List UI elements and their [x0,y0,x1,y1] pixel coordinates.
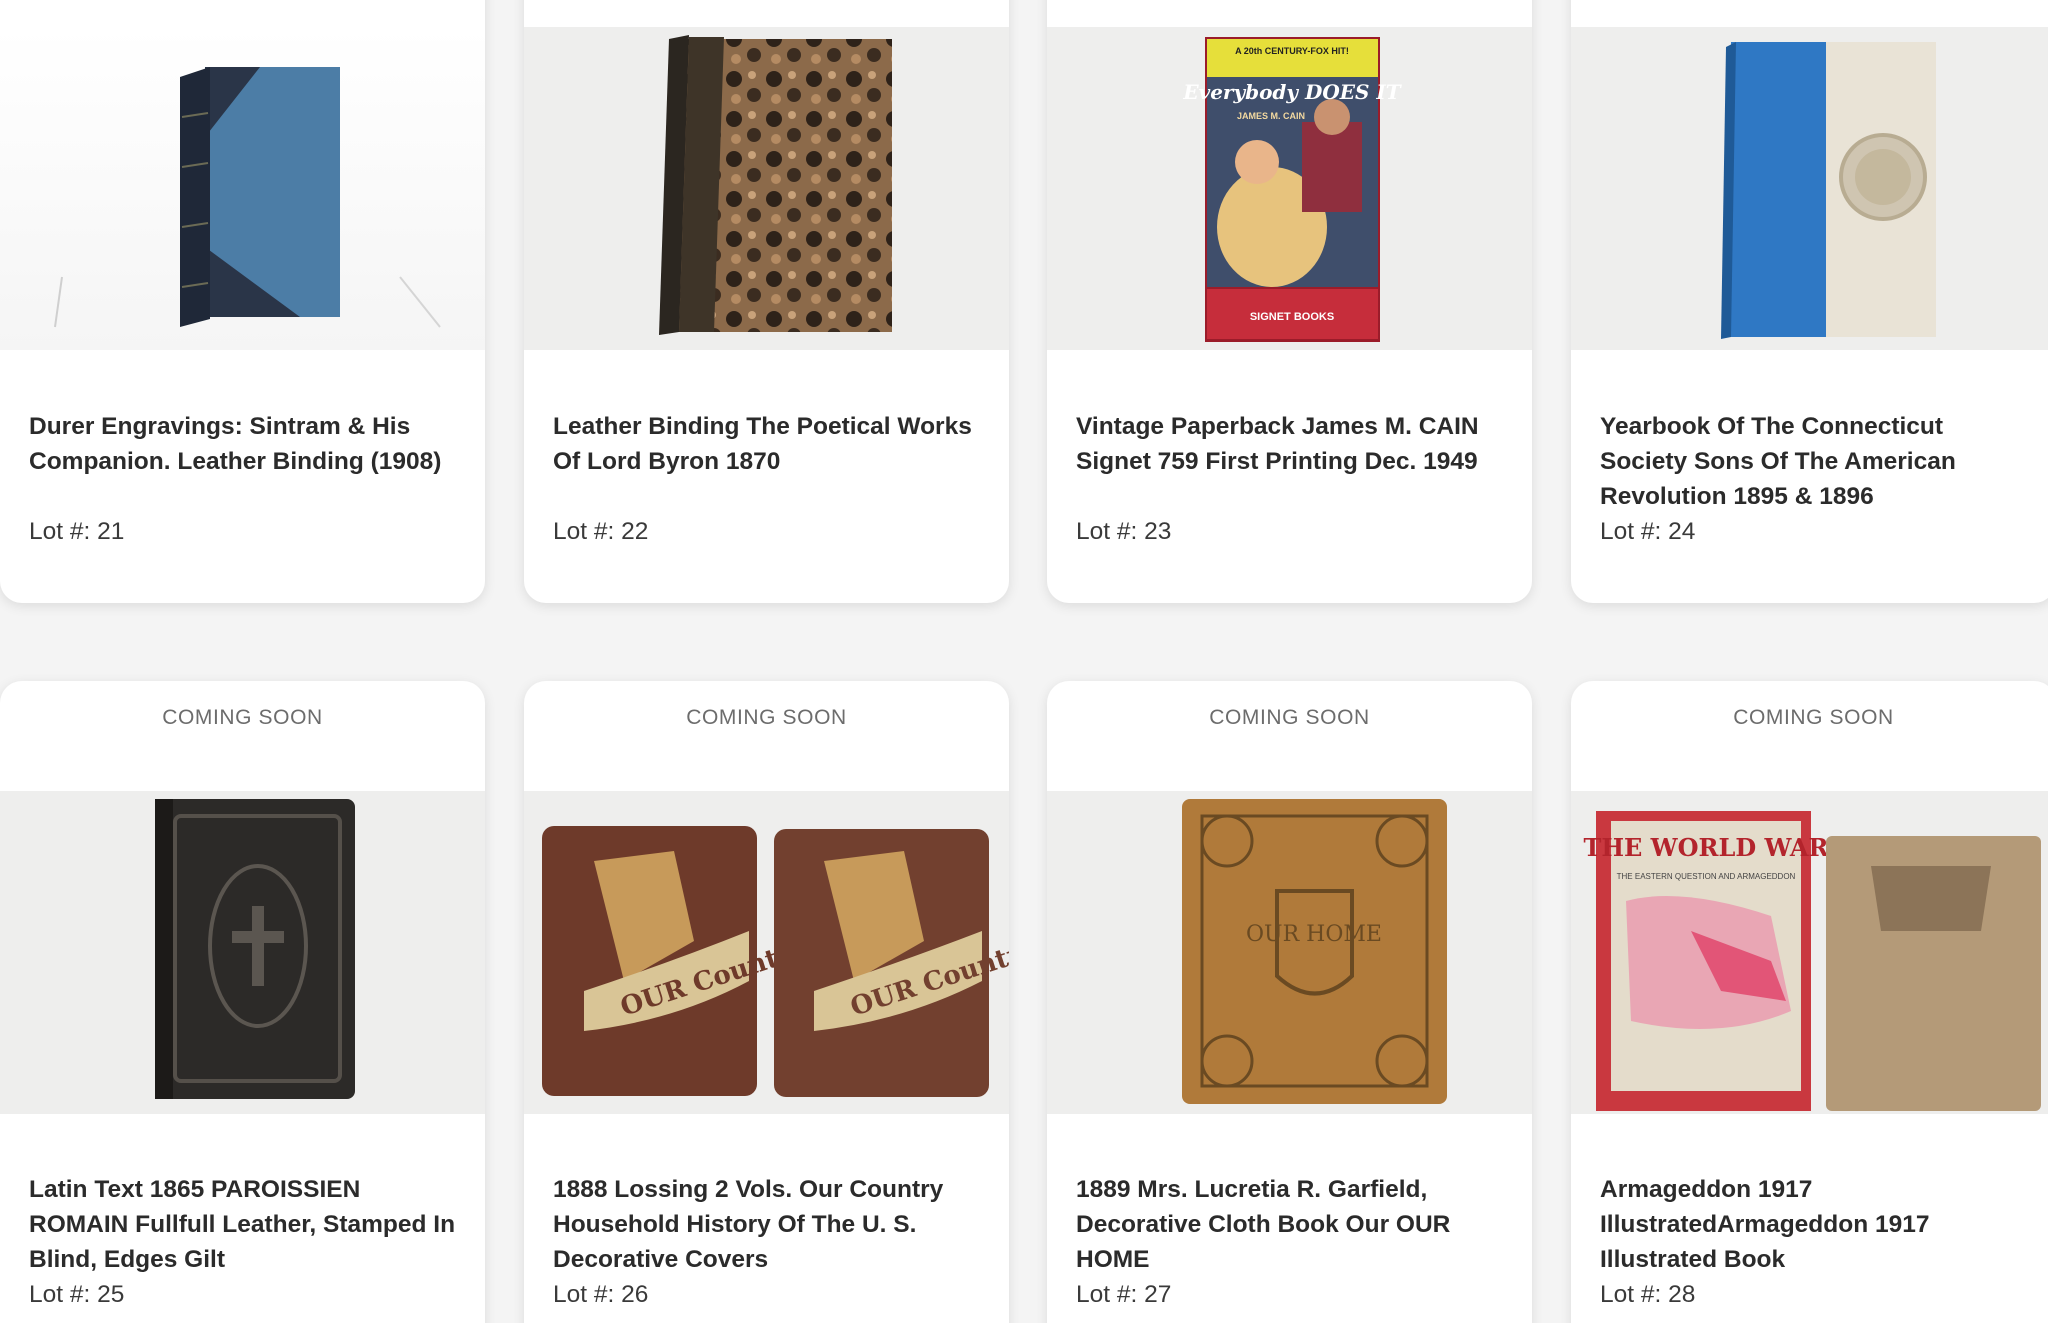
pulp-tagline: A 20th CENTURY-FOX HIT! [1235,46,1349,56]
status-badge: COMING SOON [1733,706,1894,729]
lot-title[interactable]: Armageddon 1917 IllustratedArmageddon 19… [1600,1172,2030,1277]
lot-card-22[interactable]: Leather Binding The Poetical Works Of Lo… [524,0,1009,603]
lot-title[interactable]: Durer Engravings: Sintram & His Companio… [29,409,459,514]
lot-info-21: Durer Engravings: Sintram & His Companio… [29,409,459,549]
lot-image-26[interactable]: OUR Country OUR Country [524,791,1009,1114]
lot-info-28: Armageddon 1917 IllustratedArmageddon 19… [1600,1172,2030,1312]
lot-image-25[interactable] [0,791,485,1114]
lot-image-27[interactable]: OUR HOME [1047,791,1532,1114]
pulp-title: Everybody DOES IT [1182,80,1402,104]
lot-title[interactable]: Vintage Paperback James M. CAIN Signet 7… [1076,409,1506,514]
lot-number: Lot #: 26 [553,1281,649,1308]
lot-title[interactable]: Yearbook Of The Connecticut Society Sons… [1600,409,2030,514]
lot-card-28[interactable]: COMING SOON THE WORLD WAR THE EASTERN QU… [1571,681,2048,1323]
lot-card-23[interactable]: A 20th CENTURY-FOX HIT! Everybody DOES I… [1047,0,1532,603]
world-war-title: THE WORLD WAR [1583,833,1829,862]
lot-number: Lot #: 25 [29,1281,125,1308]
lot-card-27[interactable]: OUR HOME COMING SOON 1889 Mrs. Lucretia … [1047,681,1532,1323]
lot-grid: Durer Engravings: Sintram & His Companio… [0,0,2048,1323]
lot-number: Lot #: 22 [553,518,649,545]
world-war-subtitle: THE EASTERN QUESTION AND ARMAGEDDON [1617,872,1796,881]
pulp-publisher: SIGNET BOOKS [1250,311,1334,323]
lot-number: Lot #: 28 [1600,1281,1696,1308]
lot-number: Lot #: 27 [1076,1281,1172,1308]
pulp-author: JAMES M. CAIN [1237,111,1305,121]
status-badge: COMING SOON [686,706,847,729]
lot-title[interactable]: 1889 Mrs. Lucretia R. Garfield, Decorati… [1076,1172,1506,1277]
lot-image-23[interactable]: A 20th CENTURY-FOX HIT! Everybody DOES I… [1047,27,1532,350]
lot-card-25[interactable]: COMING SOON Latin Text 1865 PAROISSIEN R… [0,681,485,1323]
lot-title[interactable]: Latin Text 1865 PAROISSIEN ROMAIN Fullfu… [29,1172,459,1277]
lot-image-22[interactable] [524,27,1009,350]
status-badge: COMING SOON [1209,706,1370,729]
lot-info-23: Vintage Paperback James M. CAIN Signet 7… [1076,409,1506,549]
lot-image-28[interactable]: THE WORLD WAR THE EASTERN QUESTION AND A… [1571,791,2048,1114]
lot-card-26[interactable]: COMING SOON OUR Country OUR Country 1888… [524,681,1009,1323]
lot-image-24[interactable] [1571,27,2048,350]
lot-title[interactable]: Leather Binding The Poetical Works Of Lo… [553,409,983,514]
lot-title[interactable]: 1888 Lossing 2 Vols. Our Country Househo… [553,1172,983,1277]
lot-number: Lot #: 23 [1076,518,1172,545]
lot-info-22: Leather Binding The Poetical Works Of Lo… [553,409,983,549]
lot-info-26: 1888 Lossing 2 Vols. Our Country Househo… [553,1172,983,1312]
lot-number: Lot #: 21 [29,518,125,545]
lot-card-21[interactable]: Durer Engravings: Sintram & His Companio… [0,0,485,603]
lot-card-24[interactable]: Yearbook Of The Connecticut Society Sons… [1571,0,2048,603]
lot-info-24: Yearbook Of The Connecticut Society Sons… [1600,409,2030,549]
lot-info-25: Latin Text 1865 PAROISSIEN ROMAIN Fullfu… [29,1172,459,1312]
lot-number: Lot #: 24 [1600,518,1696,545]
lot-image-21[interactable] [0,27,485,350]
status-badge: COMING SOON [162,706,323,729]
our-home-title: OUR HOME [1246,922,1382,947]
lot-info-27: 1889 Mrs. Lucretia R. Garfield, Decorati… [1076,1172,1506,1312]
